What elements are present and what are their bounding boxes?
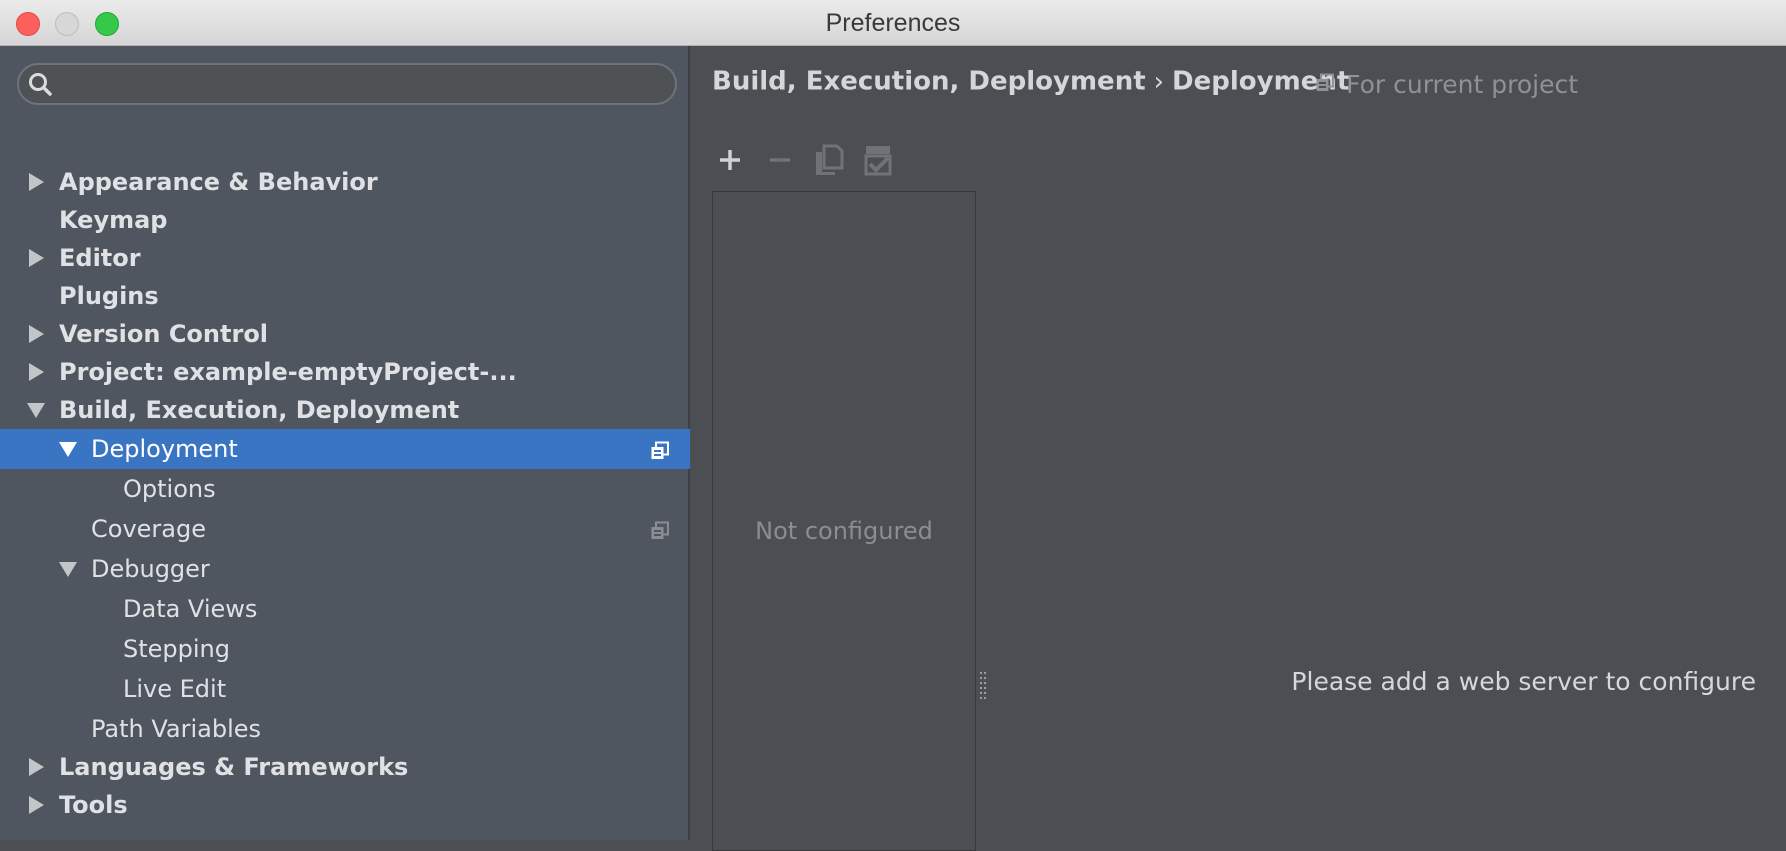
splitter-handle[interactable]	[980, 671, 986, 701]
tree-item-label: Project: example-emptyProject-...	[59, 358, 517, 386]
breadcrumb: Build, Execution, Deployment › Deployment	[712, 66, 1349, 97]
tree-item-keymap[interactable]: Keymap	[0, 200, 690, 240]
tree-item-data-views[interactable]: Data Views	[0, 589, 690, 629]
tree-item-build-execution-deployment[interactable]: Build, Execution, Deployment	[0, 390, 690, 430]
tree-item-label: Deployment	[91, 435, 238, 463]
scope-label: For current project	[1346, 70, 1579, 99]
expand-arrow-icon[interactable]	[29, 249, 44, 267]
tree-item-label: Data Views	[123, 595, 258, 623]
tree-item-label: Keymap	[59, 206, 168, 234]
tree-item-live-edit[interactable]: Live Edit	[0, 669, 690, 709]
server-list[interactable]: Not configured	[712, 191, 976, 851]
settings-content: Build, Execution, Deployment › Deployment …	[690, 46, 1786, 851]
breadcrumb-separator: ›	[1153, 66, 1165, 97]
tree-item-languages-frameworks[interactable]: Languages & Frameworks	[0, 747, 690, 787]
tree-item-label: Path Variables	[91, 715, 262, 743]
project-scope-indicator: For current project	[1315, 70, 1578, 99]
collapse-arrow-icon[interactable]	[27, 403, 45, 418]
project-settings-icon	[650, 441, 670, 465]
tree-item-label: Languages & Frameworks	[59, 753, 409, 781]
tree-item-editor[interactable]: Editor	[0, 238, 690, 278]
tree-item-appearance-behavior[interactable]: Appearance & Behavior	[0, 162, 690, 202]
tree-item-label: Debugger	[91, 555, 210, 583]
tree-item-label: Live Edit	[123, 675, 227, 703]
tree-item-label: Coverage	[91, 515, 206, 543]
tree-item-plugins[interactable]: Plugins	[0, 276, 690, 316]
server-list-empty-text: Not configured	[755, 517, 933, 545]
search-input[interactable]	[65, 69, 669, 101]
tree-item-path-variables[interactable]: Path Variables	[0, 709, 690, 749]
empty-state-hint: Please add a web server to configure	[1291, 667, 1756, 696]
tree-item-label: Options	[123, 475, 216, 503]
tree-item-version-control[interactable]: Version Control	[0, 314, 690, 354]
expand-arrow-icon[interactable]	[29, 325, 44, 343]
tree-item-project-example-emptyproject[interactable]: Project: example-emptyProject-...	[0, 352, 690, 392]
copy-icon[interactable]	[811, 142, 847, 178]
tree-item-stepping[interactable]: Stepping	[0, 629, 690, 669]
search-icon	[27, 71, 55, 103]
use-as-default-icon[interactable]	[860, 142, 896, 178]
remove-icon[interactable]	[762, 142, 798, 178]
tree-item-deployment[interactable]: Deployment	[0, 429, 690, 469]
expand-arrow-icon[interactable]	[29, 758, 44, 776]
tree-item-label: Version Control	[59, 320, 269, 348]
settings-sidebar: Appearance & Behavior Keymap Editor Plugins…	[0, 46, 690, 840]
tree-item-label: Stepping	[123, 635, 230, 663]
project-settings-icon	[650, 521, 670, 545]
window-title: Preferences	[825, 9, 961, 37]
breadcrumb-parent[interactable]: Build, Execution, Deployment	[712, 67, 1146, 97]
collapse-arrow-icon[interactable]	[59, 442, 77, 457]
expand-arrow-icon[interactable]	[29, 173, 44, 191]
tree-item-label: Build, Execution, Deployment	[59, 396, 460, 424]
title-bar: Preferences	[0, 0, 1786, 46]
project-settings-icon	[1315, 73, 1340, 97]
search-box[interactable]	[17, 63, 677, 105]
tree-item-label: Plugins	[59, 282, 159, 310]
tree-item-tools[interactable]: Tools	[0, 785, 690, 825]
expand-arrow-icon[interactable]	[29, 363, 44, 381]
expand-arrow-icon[interactable]	[29, 796, 44, 814]
tree-item-debugger[interactable]: Debugger	[0, 549, 690, 589]
tree-item-label: Editor	[59, 244, 141, 272]
tree-item-label: Tools	[59, 791, 128, 819]
add-icon[interactable]	[712, 142, 748, 178]
tree-item-label: Appearance & Behavior	[59, 168, 378, 196]
collapse-arrow-icon[interactable]	[59, 562, 77, 577]
tree-item-coverage[interactable]: Coverage	[0, 509, 690, 549]
tree-item-options[interactable]: Options	[0, 469, 690, 509]
